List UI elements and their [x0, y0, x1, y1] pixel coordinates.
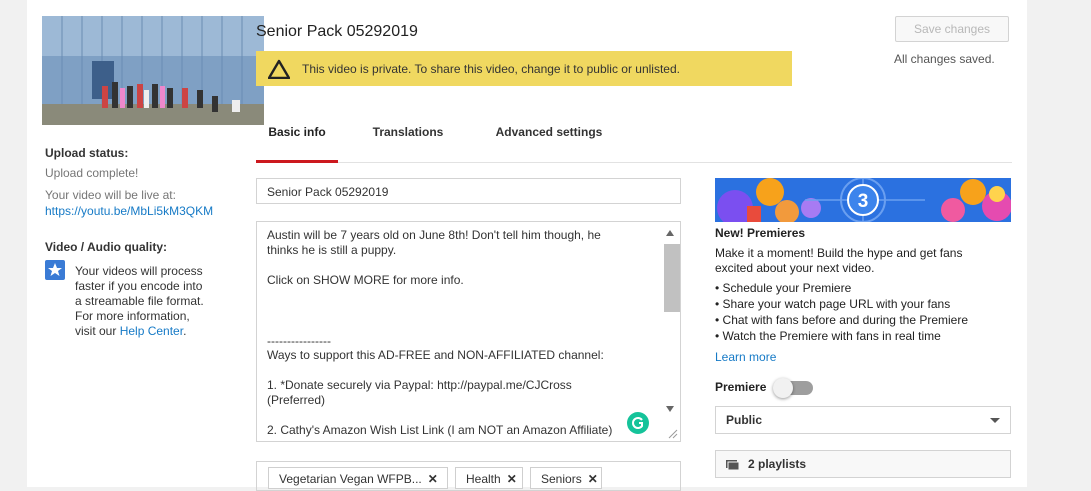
video-thumbnail[interactable] — [42, 16, 264, 125]
scrollbar-thumb[interactable] — [664, 244, 680, 312]
upload-status-label: Upload status: — [45, 146, 129, 160]
description-line: ---------------- — [267, 334, 331, 348]
description-line: Ways to support this AD-FREE and NON-AFF… — [267, 348, 604, 362]
editor-tabs: Basic info Translations Advanced setting… — [256, 116, 1012, 163]
remove-tag-icon[interactable]: ✕ — [507, 472, 517, 486]
description-line: 2. Cathy's Amazon Wish List Link (I am N… — [267, 423, 613, 437]
warning-message: This video is private. To share this vid… — [302, 61, 680, 76]
save-changes-button[interactable]: Save changes — [895, 16, 1009, 42]
remove-tag-icon[interactable]: ✕ — [428, 472, 438, 486]
save-status: All changes saved. — [894, 52, 995, 66]
tag-chip[interactable]: Vegetarian Vegan WFPB... ✕ — [268, 467, 448, 489]
chevron-down-icon — [990, 418, 1000, 423]
premieres-bullet: • Chat with fans before and during the P… — [715, 313, 969, 327]
video-editor-panel: Upload status: Upload complete! Your vid… — [27, 0, 1027, 491]
quality-info-text: Your videos will process faster if you e… — [75, 264, 204, 338]
grammarly-icon[interactable] — [627, 412, 649, 434]
warning-icon — [268, 59, 290, 79]
description-line: Click on SHOW MORE for more info. — [267, 273, 464, 287]
scroll-down-icon[interactable] — [666, 406, 674, 412]
toggle-knob — [773, 378, 793, 398]
playlist-icon — [726, 460, 739, 470]
video-title: Senior Pack 05292019 — [256, 23, 418, 40]
premiere-toggle-label: Premiere — [715, 380, 767, 394]
premieres-intro-1: Make it a moment! Build the hype and get… — [715, 246, 963, 260]
playlists-label: 2 playlists — [748, 457, 807, 471]
premieres-banner-illustration: 3 — [715, 178, 1011, 222]
premieres-intro-2: excited about your next video. — [715, 261, 875, 275]
premieres-bullet: • Schedule your Premiere — [715, 281, 852, 295]
private-warning-banner: This video is private. To share this vid… — [256, 51, 792, 86]
scroll-up-icon[interactable] — [666, 230, 674, 236]
resize-handle-icon[interactable] — [668, 429, 678, 439]
upload-status-value: Upload complete! — [45, 166, 139, 180]
title-input[interactable]: Senior Pack 05292019 — [256, 178, 681, 204]
playlists-button[interactable]: 2 playlists — [715, 450, 1011, 478]
premieres-heading: New! Premieres — [715, 226, 806, 240]
description-line: (Preferred) — [267, 393, 326, 407]
live-url-label: Your video will be live at: — [45, 188, 176, 202]
premieres-bullet: • Watch the Premiere with fans in real t… — [715, 329, 941, 343]
premiere-toggle[interactable] — [773, 378, 813, 398]
tab-basic-info[interactable]: Basic info — [256, 116, 338, 163]
description-line: 1. *Donate securely via Paypal: http://p… — [267, 378, 572, 392]
banner-countdown-number: 3 — [858, 191, 869, 212]
description-line: thinks he is still a puppy. — [267, 243, 397, 257]
video-url-link[interactable]: https://youtu.be/MbLi5kM3QKM — [45, 204, 213, 218]
tab-translations[interactable]: Translations — [366, 116, 450, 160]
description-textarea[interactable]: Austin will be 7 years old on June 8th! … — [256, 221, 681, 442]
remove-tag-icon[interactable]: ✕ — [588, 472, 598, 486]
visibility-selected-value: Public — [726, 413, 763, 427]
learn-more-link[interactable]: Learn more — [715, 350, 776, 364]
tab-advanced-settings[interactable]: Advanced settings — [484, 116, 614, 160]
description-scrollbar[interactable] — [660, 224, 680, 414]
help-center-link[interactable]: Help Center — [120, 324, 183, 338]
tag-chip[interactable]: Seniors ✕ — [530, 467, 602, 489]
description-line: Austin will be 7 years old on June 8th! … — [267, 228, 601, 242]
info-star-icon — [45, 260, 65, 280]
premieres-bullet: • Share your watch page URL with your fa… — [715, 297, 951, 311]
tag-chip[interactable]: Health ✕ — [455, 467, 523, 489]
quality-label: Video / Audio quality: — [45, 240, 168, 254]
visibility-select[interactable]: Public — [715, 406, 1011, 434]
